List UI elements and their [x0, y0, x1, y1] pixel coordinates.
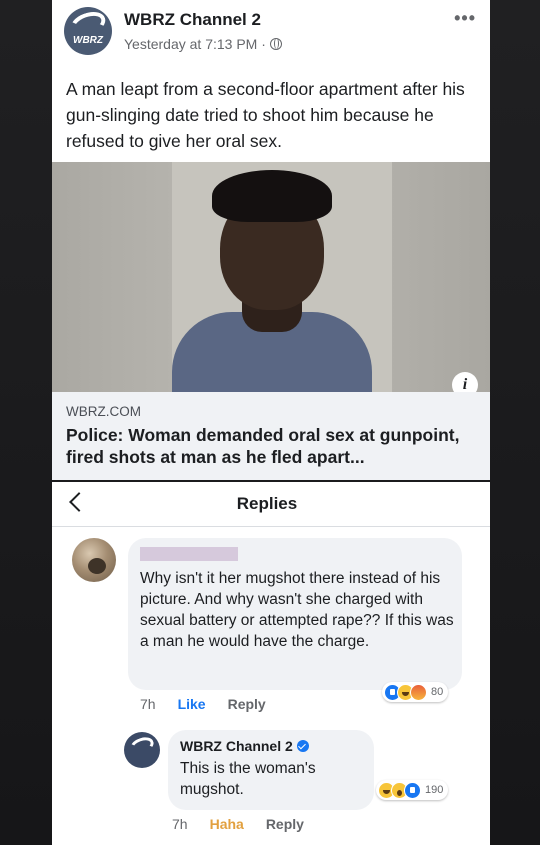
comment-actions: 7h Like Reply	[140, 696, 266, 712]
reply-reaction-count: 190	[425, 784, 444, 796]
post-meta: Yesterday at 7:13 PM ·	[124, 36, 282, 52]
reply-actions: 7h Haha Reply	[172, 816, 304, 832]
like-reaction-icon	[404, 781, 421, 799]
comment-text: Why isn't it her mugshot there instead o…	[140, 570, 454, 650]
angry-reaction-icon	[410, 683, 427, 701]
reply-time: 7h	[172, 816, 188, 832]
more-options-icon[interactable]: •••	[454, 8, 476, 29]
link-domain: WBRZ.COM	[66, 404, 141, 419]
reply-author[interactable]: WBRZ Channel 2	[180, 738, 309, 754]
post-timestamp[interactable]: Yesterday at 7:13 PM ·	[124, 36, 266, 52]
comment-reactions[interactable]: 80	[382, 682, 449, 702]
link-title: Police: Woman demanded oral sex at gunpo…	[66, 425, 460, 467]
post-text: A man leapt from a second-floor apartmen…	[66, 79, 465, 151]
reply-reactions[interactable]: 190	[376, 780, 449, 800]
replies-title: Replies	[236, 494, 298, 513]
left-background	[0, 0, 52, 845]
avatar-logo-text: WBRZ	[73, 35, 103, 46]
reply-text: This is the woman's mugshot.	[180, 760, 316, 798]
reply-button[interactable]: Reply	[228, 696, 266, 712]
post-header: WBRZ WBRZ Channel 2 Yesterday at 7:13 PM…	[52, 0, 490, 60]
page-reply-avatar[interactable]	[124, 732, 160, 768]
header-divider	[52, 526, 490, 527]
verified-icon	[296, 740, 309, 752]
reply-button[interactable]: Reply	[266, 816, 304, 832]
globe-icon	[269, 38, 282, 50]
like-button[interactable]: Like	[178, 696, 206, 712]
reply-author-name: WBRZ Channel 2	[180, 738, 293, 754]
replies-header: Replies	[52, 482, 490, 526]
post-image[interactable]: i	[52, 162, 490, 392]
redacted-commenter-name	[140, 547, 238, 561]
page-name[interactable]: WBRZ Channel 2	[124, 10, 261, 30]
info-icon[interactable]: i	[452, 372, 478, 392]
channel-logo-icon	[128, 734, 156, 757]
right-background	[488, 0, 540, 845]
photo-hair	[212, 170, 332, 222]
page-avatar[interactable]: WBRZ	[64, 7, 112, 55]
replies-panel: Replies Why isn't it her mugshot there i…	[52, 482, 490, 845]
comment-time: 7h	[140, 696, 156, 712]
link-preview[interactable]: WBRZ.COM Police: Woman demanded oral sex…	[52, 392, 490, 480]
comment-reaction-count: 80	[431, 686, 444, 698]
facebook-post: WBRZ WBRZ Channel 2 Yesterday at 7:13 PM…	[52, 0, 490, 480]
commenter-avatar[interactable]	[72, 538, 116, 582]
comment-bubble: Why isn't it her mugshot there instead o…	[128, 538, 462, 690]
haha-button[interactable]: Haha	[210, 816, 244, 832]
reply-bubble: WBRZ Channel 2 This is the woman's mugsh…	[168, 730, 374, 810]
